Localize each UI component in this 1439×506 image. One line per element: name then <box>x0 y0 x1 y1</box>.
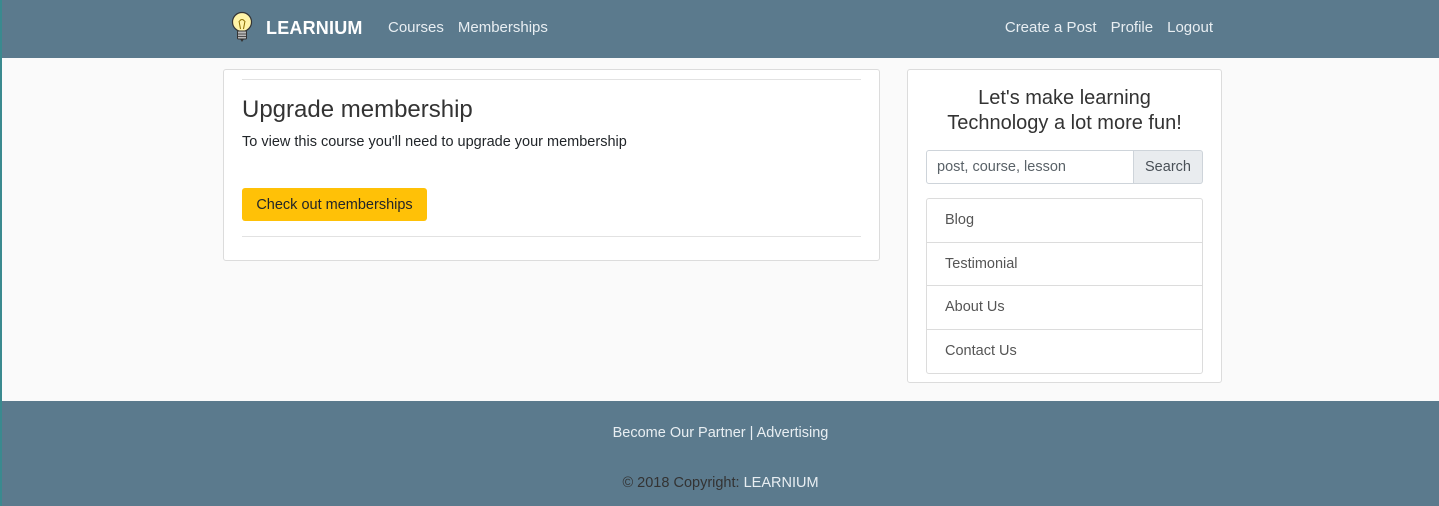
sidebar-tagline: Let's make learning Technology a lot mor… <box>908 86 1221 136</box>
page-title: Upgrade membership <box>242 96 473 123</box>
brand-name: LEARNIUM <box>266 17 363 38</box>
tagline-line-2: Technology a lot more fun! <box>947 112 1182 134</box>
tagline-line-1: Let's make learning <box>978 87 1151 109</box>
navbar: LEARNIUM Courses Memberships Create a Po… <box>2 0 1439 58</box>
footer-link-advertising[interactable]: Advertising <box>757 425 829 441</box>
divider <box>242 236 861 237</box>
footer: Become Our Partner | Advertising © 2018 … <box>2 401 1439 506</box>
footer-brand-link[interactable]: LEARNIUM <box>744 475 819 491</box>
search-form: Search <box>926 150 1203 184</box>
upgrade-message: To view this course you'll need to upgra… <box>242 134 627 150</box>
sidebar-item-testimonial[interactable]: Testimonial <box>927 243 1202 286</box>
upgrade-card: Upgrade membership To view this course y… <box>223 69 880 261</box>
nav-link-courses[interactable]: Courses <box>388 18 444 38</box>
nav-link-profile[interactable]: Profile <box>1111 18 1154 38</box>
sidebar-link-list: Blog Testimonial About Us Contact Us <box>926 198 1203 374</box>
check-memberships-button[interactable]: Check out memberships <box>242 188 427 221</box>
user-nav: Create a Post Profile Logout <box>1005 18 1213 38</box>
footer-link-partner[interactable]: Become Our Partner <box>613 425 746 441</box>
search-input[interactable] <box>926 150 1134 184</box>
sidebar: Let's make learning Technology a lot mor… <box>907 69 1222 383</box>
nav-link-create-post[interactable]: Create a Post <box>1005 18 1097 38</box>
lightbulb-icon <box>231 11 253 42</box>
footer-separator: | <box>745 425 757 441</box>
divider <box>242 79 861 80</box>
primary-nav: Courses Memberships <box>388 18 548 38</box>
nav-link-logout[interactable]: Logout <box>1167 18 1213 38</box>
copyright: © 2018 Copyright: LEARNIUM <box>2 475 1439 491</box>
sidebar-item-blog[interactable]: Blog <box>927 199 1202 243</box>
footer-links: Become Our Partner | Advertising <box>2 425 1439 441</box>
brand-link[interactable]: LEARNIUM <box>230 10 363 46</box>
search-button[interactable]: Search <box>1134 150 1203 184</box>
nav-link-memberships[interactable]: Memberships <box>458 18 548 38</box>
sidebar-item-contact-us[interactable]: Contact Us <box>927 330 1202 374</box>
copyright-text: © 2018 Copyright: <box>622 475 744 491</box>
sidebar-item-about-us[interactable]: About Us <box>927 286 1202 330</box>
page: LEARNIUM Courses Memberships Create a Po… <box>0 0 1439 506</box>
